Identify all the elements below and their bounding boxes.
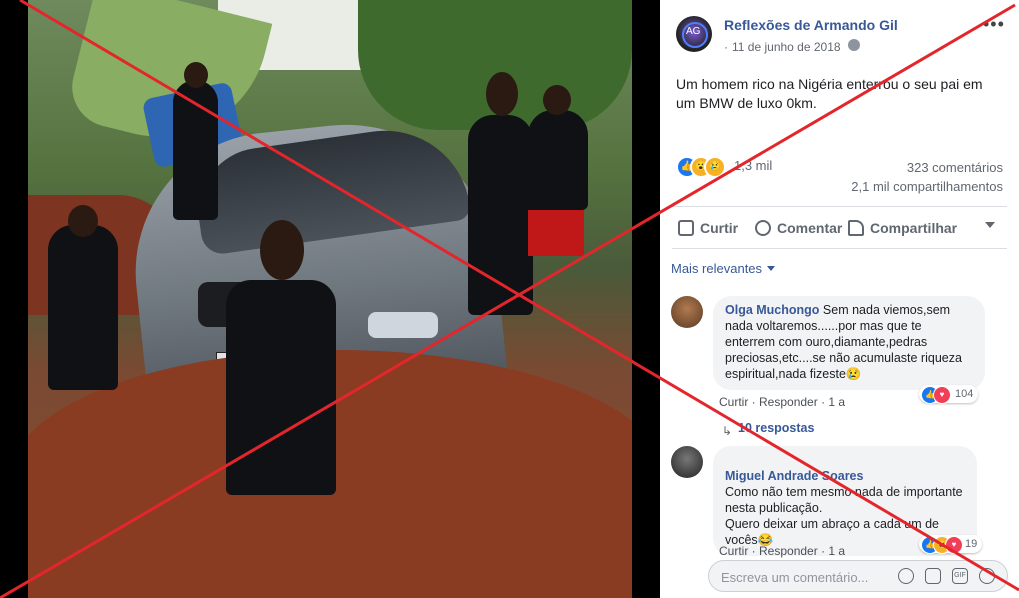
comment-author[interactable]: Miguel Andrade Soares bbox=[725, 469, 863, 483]
photo-pallbearer-back bbox=[173, 80, 218, 220]
comment-time[interactable]: 1 a bbox=[828, 395, 845, 409]
date-separator: · bbox=[724, 40, 728, 54]
reaction-count[interactable]: 1,3 mil bbox=[734, 158, 772, 173]
post-text: Um homem rico na Nigéria enterrou o seu … bbox=[676, 76, 983, 111]
post-panel: AG Reflexões de Armando Gil · 11 de junh… bbox=[660, 0, 1019, 598]
photo-pallbearer-front bbox=[226, 280, 336, 495]
love-reaction-icon: ♥ bbox=[933, 386, 951, 404]
avatar-monogram: AG bbox=[686, 26, 701, 37]
reply-arrow-icon: ↳ bbox=[722, 424, 733, 438]
photo-pallbearer-right bbox=[468, 115, 533, 315]
divider bbox=[672, 248, 1007, 249]
photo-pallbearer-front-head bbox=[260, 220, 304, 280]
comment-actions: Curtir · Responder · 1 a bbox=[719, 544, 846, 558]
shares-count[interactable]: 2,1 mil compartilhamentos bbox=[851, 179, 1003, 194]
comments-filter[interactable]: Mais relevantes bbox=[671, 261, 762, 276]
comment-actions: Curtir · Responder · 1 a bbox=[719, 395, 846, 409]
photo-pallbearer-back-head bbox=[184, 62, 208, 88]
more-options-icon[interactable]: ••• bbox=[983, 14, 1005, 35]
comment-reaction-summary[interactable]: 👍 😆 ♥ 19 bbox=[919, 535, 983, 554]
comment-reaction-count: 104 bbox=[955, 388, 974, 400]
photo-pallbearer-left-head bbox=[68, 205, 98, 237]
speech-bubble-icon bbox=[755, 220, 771, 236]
chevron-down-icon[interactable] bbox=[767, 266, 775, 271]
photo-woman bbox=[528, 110, 588, 210]
love-reaction-icon: ♥ bbox=[945, 536, 963, 554]
photo-woman-head bbox=[543, 85, 571, 115]
photo-car-headlight bbox=[368, 312, 438, 338]
like-button[interactable]: Curtir bbox=[678, 216, 738, 240]
comment-composer: GIF bbox=[708, 560, 1008, 592]
photo-viewer bbox=[0, 0, 660, 598]
photo-woman-skirt bbox=[528, 210, 584, 256]
page-name[interactable]: Reflexões de Armando Gil bbox=[724, 17, 898, 33]
share-button[interactable]: Compartilhar bbox=[848, 216, 957, 240]
photo-pallbearer-left bbox=[48, 225, 118, 390]
comment-reaction-count: 19 bbox=[965, 538, 978, 550]
gif-icon[interactable]: GIF bbox=[952, 568, 968, 584]
thumbs-up-icon bbox=[678, 220, 694, 236]
commenter-avatar[interactable] bbox=[671, 446, 703, 478]
comment-time[interactable]: 1 a bbox=[828, 544, 845, 558]
view-replies-link[interactable]: 10 respostas bbox=[738, 421, 814, 435]
comment-button-label: Comentar bbox=[777, 220, 843, 236]
share-arrow-icon bbox=[848, 220, 864, 236]
comments-count[interactable]: 323 comentários bbox=[907, 160, 1003, 175]
comment-item: Olga Muchongo Sem nada viemos,sem nada v… bbox=[671, 296, 1007, 414]
divider bbox=[672, 206, 1007, 207]
comment-reply-link[interactable]: Responder bbox=[759, 544, 818, 558]
page-avatar[interactable]: AG bbox=[676, 16, 712, 52]
reaction-icons[interactable]: 👍 😮 😢 bbox=[676, 156, 736, 178]
comment-reaction-summary[interactable]: 👍 ♥ 104 bbox=[919, 385, 979, 404]
comment-reply-link[interactable]: Responder bbox=[759, 395, 818, 409]
camera-icon[interactable] bbox=[925, 568, 941, 584]
emoji-icon[interactable] bbox=[898, 568, 914, 584]
sticker-icon[interactable] bbox=[979, 568, 995, 584]
share-button-label: Compartilhar bbox=[870, 220, 958, 236]
comment-item: Miguel Andrade Soares Como não tem mesmo… bbox=[671, 446, 1007, 558]
comment-like-link[interactable]: Curtir bbox=[719, 395, 748, 409]
post-photo[interactable] bbox=[28, 0, 632, 598]
comment-bubble: Olga Muchongo Sem nada viemos,sem nada v… bbox=[713, 296, 985, 390]
comment-author[interactable]: Olga Muchongo bbox=[725, 303, 819, 317]
commenter-avatar[interactable] bbox=[671, 296, 703, 328]
comment-like-link[interactable]: Curtir bbox=[719, 544, 748, 558]
comment-input[interactable] bbox=[719, 566, 893, 588]
like-button-label: Curtir bbox=[700, 220, 739, 236]
photo-pallbearer-right-head bbox=[486, 72, 518, 116]
sad-reaction-icon: 😢 bbox=[704, 156, 726, 178]
audience-caret-icon[interactable] bbox=[985, 222, 995, 228]
post-date[interactable]: 11 de junho de 2018 bbox=[732, 40, 841, 54]
comment-button[interactable]: Comentar bbox=[755, 216, 842, 240]
globe-icon bbox=[848, 39, 860, 51]
